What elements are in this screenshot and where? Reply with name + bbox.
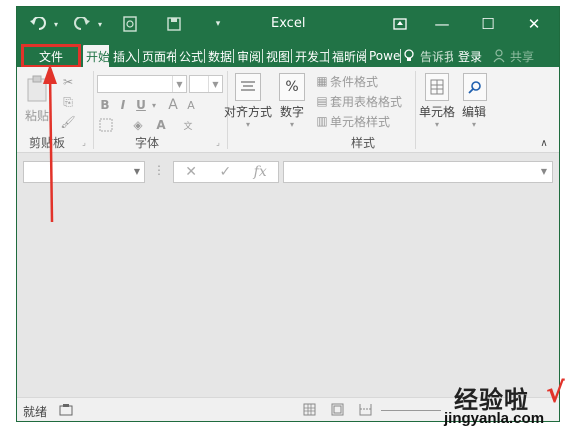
dialog-launcher-icon[interactable]: ⌟ (213, 137, 223, 147)
tab-foxit[interactable]: 福昕阅 (329, 45, 365, 67)
group-divider (93, 71, 94, 149)
workbook-area (17, 187, 559, 397)
page-break-view-icon[interactable] (359, 403, 373, 417)
number-button[interactable]: 数字 (277, 103, 307, 119)
tab-divider (400, 49, 401, 63)
watermark-check: √ (546, 376, 565, 409)
font-size-select[interactable]: ▼ (189, 75, 223, 93)
lightbulb-icon[interactable] (403, 45, 417, 67)
minimize-button[interactable]: — (427, 13, 457, 35)
chevron-down-icon[interactable]: ▾ (287, 119, 297, 129)
border-icon[interactable] (97, 117, 115, 133)
underline-button[interactable]: U (133, 95, 149, 115)
login-link[interactable]: 登录 (455, 45, 485, 67)
customize-toolbar-icon[interactable]: ▾ (209, 15, 227, 33)
tab-file[interactable]: 文件 (21, 44, 81, 68)
status-ready: 就绪 (23, 405, 48, 419)
copy-icon[interactable]: ⎘ (59, 93, 77, 111)
tab-page-layout[interactable]: 页面布 (139, 45, 175, 67)
normal-view-icon[interactable] (303, 403, 317, 417)
cells-button[interactable]: 单元格 (417, 103, 457, 119)
cell-styles-button[interactable]: 单元格样式 (330, 113, 406, 129)
undo-icon[interactable] (25, 15, 51, 33)
tab-view[interactable]: 视图 (263, 45, 291, 67)
share-button[interactable]: 共享 (507, 45, 537, 67)
page-layout-view-icon[interactable] (331, 403, 345, 417)
formula-buttons: ✕ ✓ fx (173, 161, 279, 183)
font-name-select[interactable]: ▼ (97, 75, 187, 93)
group-divider (415, 71, 416, 149)
chevron-down-icon[interactable]: ▾ (149, 95, 159, 115)
collapse-ribbon-icon[interactable]: ∧ (537, 137, 551, 149)
app-title: Excel (271, 16, 306, 31)
chevron-down-icon[interactable]: ▼ (541, 167, 547, 176)
dialog-launcher-icon[interactable]: ⌟ (79, 137, 89, 147)
editing-button[interactable]: 编辑 (459, 103, 489, 119)
cancel-entry-button[interactable]: ✕ (185, 164, 197, 180)
tab-formulas[interactable]: 公式 (176, 45, 204, 67)
save-icon[interactable] (163, 15, 185, 33)
title-bar: ▾ ▾ ▾ Excel — ☐ ✕ (17, 7, 559, 41)
confirm-entry-button[interactable]: ✓ (219, 164, 231, 180)
redo-icon[interactable] (69, 15, 95, 33)
cut-icon[interactable]: ✂ (59, 73, 77, 91)
formula-input[interactable]: ▼ (283, 161, 553, 183)
conditional-format-icon[interactable]: ▦ (315, 73, 329, 89)
print-preview-icon[interactable] (119, 15, 141, 33)
chevron-down-icon[interactable]: ▾ (432, 119, 442, 129)
undo-dropdown-icon[interactable]: ▾ (51, 15, 61, 33)
paste-icon[interactable] (25, 73, 49, 105)
increase-font-button[interactable]: A (165, 95, 181, 115)
insert-function-button[interactable]: fx (254, 164, 267, 180)
zoom-slider[interactable] (381, 410, 441, 411)
user-icon[interactable] (493, 45, 507, 67)
tab-developer[interactable]: 开发工 (292, 45, 328, 67)
percent-icon[interactable]: % (279, 73, 305, 101)
ribbon-display-options-icon[interactable] (385, 13, 415, 35)
group-label-font: 字体 (135, 136, 160, 150)
paste-button[interactable]: 粘贴 (23, 107, 51, 123)
tab-power[interactable]: Powe (366, 45, 400, 67)
name-box[interactable]: ▼ (23, 161, 145, 183)
chevron-down-icon[interactable]: ▾ (243, 119, 253, 129)
italic-button[interactable]: I (115, 95, 131, 115)
tell-me-search[interactable]: 告诉我 (417, 45, 453, 67)
tab-insert[interactable]: 插入 (110, 45, 138, 67)
resize-handle-icon[interactable]: ⋮ (153, 163, 165, 177)
bold-button[interactable]: B (97, 95, 113, 115)
close-button[interactable]: ✕ (519, 13, 549, 35)
formula-bar: ▼ ⋮ ✕ ✓ fx ▼ (17, 153, 559, 187)
font-color-button[interactable]: A (153, 117, 169, 133)
conditional-format-button[interactable]: 条件格式 (330, 73, 400, 89)
excel-window: ▾ ▾ ▾ Excel — ☐ ✕ 文件 开始 插入 页面布 公式 数据 审阅 … (16, 6, 560, 422)
ribbon-tab-bar: 文件 开始 插入 页面布 公式 数据 审阅 视图 开发工 福昕阅 Powe 告诉… (17, 41, 559, 68)
watermark: 经验啦 √ jingyanla.com (440, 376, 576, 432)
format-table-icon[interactable]: ▤ (315, 93, 329, 109)
maximize-button[interactable]: ☐ (473, 13, 503, 35)
phonetic-icon[interactable]: 文 (177, 117, 199, 133)
group-label-clipboard: 剪贴板 (29, 136, 66, 150)
chevron-down-icon: ▼ (208, 76, 222, 92)
search-icon[interactable] (463, 73, 487, 101)
tab-home[interactable]: 开始 (83, 45, 109, 67)
tab-data[interactable]: 数据 (205, 45, 233, 67)
cell-styles-icon[interactable]: ▥ (315, 113, 329, 129)
format-painter-icon[interactable]: 🖌 (59, 113, 77, 131)
align-icon[interactable] (235, 73, 261, 101)
fill-color-icon[interactable]: ◈ (129, 117, 147, 133)
chevron-down-icon: ▼ (172, 76, 186, 92)
chevron-down-icon[interactable]: ▾ (469, 119, 479, 129)
tab-review[interactable]: 审阅 (234, 45, 262, 67)
redo-dropdown-icon[interactable]: ▾ (95, 15, 105, 33)
group-label-styles: 样式 (351, 136, 376, 150)
cells-icon[interactable] (425, 73, 449, 101)
watermark-url: jingyanla.com (444, 410, 545, 427)
chevron-down-icon: ▼ (133, 167, 140, 176)
alignment-button[interactable]: 对齐方式 (223, 103, 273, 119)
decrease-font-button[interactable]: A (183, 95, 199, 115)
macro-record-icon[interactable] (59, 403, 73, 417)
ribbon-home: 粘贴 ✂ ⎘ 🖌 剪贴板 ⌟ ▼ ▼ B I U ▾ A A ◈ A 文 字体 … (17, 67, 559, 153)
format-as-table-button[interactable]: 套用表格格式 (330, 93, 416, 109)
